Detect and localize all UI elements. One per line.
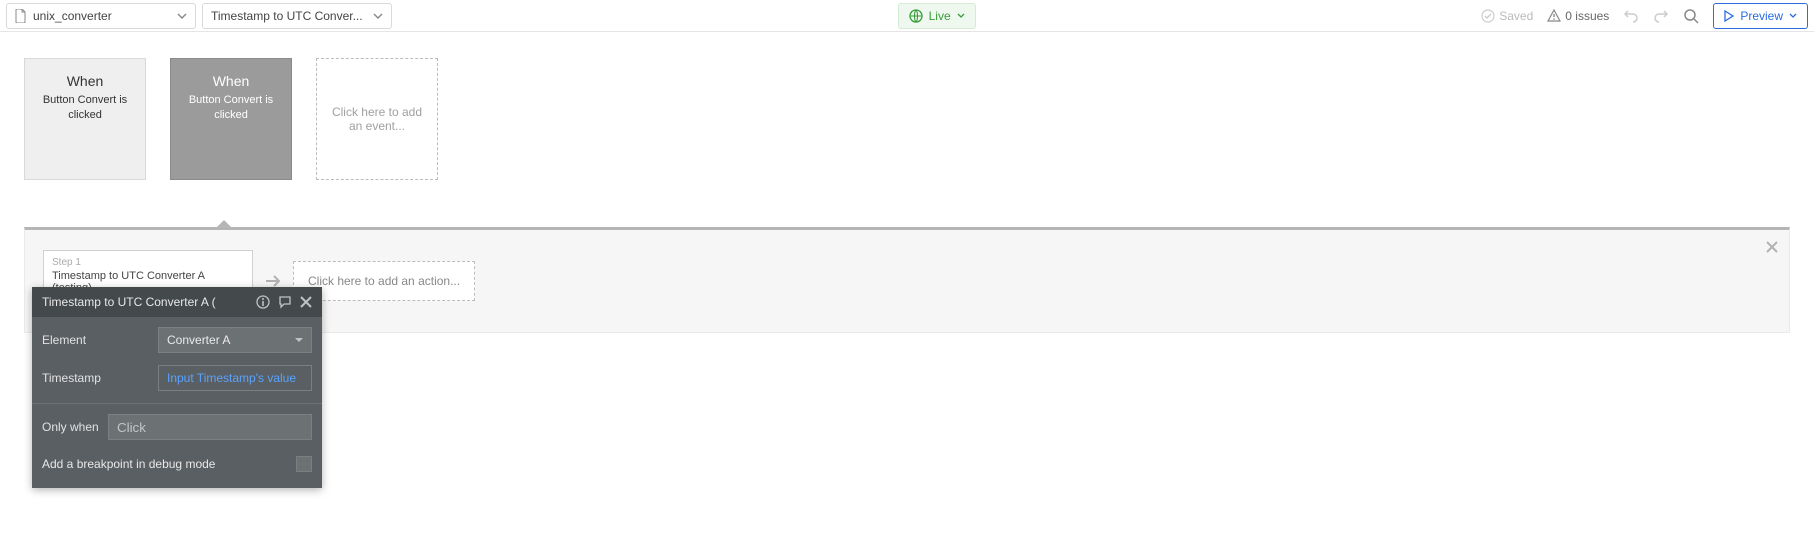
chevron-down-icon [373,13,383,19]
chevron-down-icon [957,13,965,18]
divider [32,403,322,404]
globe-icon [909,9,923,23]
timestamp-value: Input Timestamp's value [167,371,296,385]
issues-label: 0 issues [1565,9,1609,23]
page-name: unix_converter [33,9,112,23]
preview-button[interactable]: Preview [1713,3,1808,29]
event-desc: Button Convert is clicked [171,93,291,123]
comment-icon[interactable] [278,295,292,309]
workflow-name: Timestamp to UTC Conver... [211,9,363,23]
chevron-down-icon [1789,13,1797,18]
close-panel-button[interactable] [1765,240,1779,254]
warning-icon [1547,9,1561,23]
events-row: When Button Convert is clicked When Butt… [24,58,1790,180]
timestamp-expression[interactable]: Input Timestamp's value [158,365,312,391]
step-label: Step 1 [52,257,244,268]
breakpoint-label: Add a breakpoint in debug mode [42,457,215,471]
search-button[interactable] [1683,8,1699,24]
panel-arrow-icon [217,220,231,227]
topbar: unix_converter Timestamp to UTC Conver..… [0,0,1814,32]
page-selector[interactable]: unix_converter [6,3,196,29]
live-label: Live [929,9,951,23]
breakpoint-checkbox[interactable] [296,456,312,472]
add-event-button[interactable]: Click here to add an event... [316,58,438,180]
check-circle-icon [1481,9,1495,23]
play-icon [1724,10,1734,22]
event-title: When [67,73,104,89]
topbar-right: Saved 0 issues Preview [1481,3,1808,29]
breakpoint-row: Add a breakpoint in debug mode [42,452,312,482]
add-event-label: Click here to add an event... [331,105,423,133]
only-when-row: Only when [42,414,312,440]
saved-label: Saved [1499,9,1533,23]
only-when-label: Only when [42,420,100,434]
issues-button[interactable]: 0 issues [1547,9,1609,23]
element-select[interactable]: Converter A [158,327,312,353]
info-icon[interactable] [256,295,270,309]
timestamp-label: Timestamp [42,371,150,385]
redo-button[interactable] [1653,8,1669,24]
dialog-title: Timestamp to UTC Converter A ( [42,295,248,309]
event-desc: Button Convert is clicked [25,93,145,123]
file-icon [15,9,27,23]
dialog-body: Element Converter A Timestamp Input Time… [32,317,322,488]
close-icon[interactable] [300,296,312,308]
event-title: When [213,73,250,89]
workflow-canvas: When Button Convert is clicked When Butt… [0,32,1814,206]
topbar-center: Live [398,3,1475,29]
event-card[interactable]: When Button Convert is clicked [24,58,146,180]
version-selector[interactable]: Live [898,3,976,29]
workflow-selector[interactable]: Timestamp to UTC Conver... [202,3,392,29]
saved-indicator: Saved [1481,9,1533,23]
undo-button[interactable] [1623,8,1639,24]
only-when-input[interactable] [108,414,312,440]
arrow-right-icon [265,274,281,288]
chevron-down-icon [295,338,303,343]
element-label: Element [42,333,150,347]
dialog-header[interactable]: Timestamp to UTC Converter A ( [32,287,322,317]
event-card-selected[interactable]: When Button Convert is clicked [170,58,292,180]
timestamp-row: Timestamp Input Timestamp's value [42,365,312,391]
topbar-left: unix_converter Timestamp to UTC Conver..… [6,3,392,29]
preview-label: Preview [1740,9,1783,23]
element-value: Converter A [167,333,230,347]
add-action-label: Click here to add an action... [308,274,460,288]
property-dialog: Timestamp to UTC Converter A ( Element C… [32,287,322,488]
chevron-down-icon [177,13,187,19]
element-row: Element Converter A [42,327,312,353]
